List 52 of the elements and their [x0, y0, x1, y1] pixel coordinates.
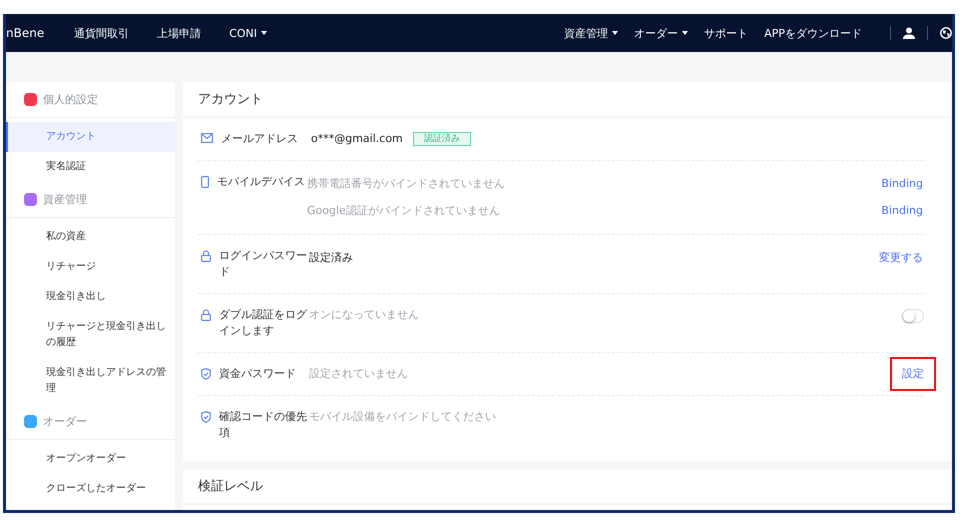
action-link[interactable]: 変更する: [878, 248, 924, 268]
caret-icon[interactable]: [261, 31, 268, 35]
sidebar-item[interactable]: リチャージ: [6, 252, 175, 282]
sidebar-item[interactable]: 私の資産: [6, 222, 175, 252]
user-icon[interactable]: [903, 27, 915, 39]
action-link[interactable]: 設定: [892, 359, 934, 389]
setting-label: 資金パスワード: [219, 366, 297, 382]
section-title: 検証レベル: [183, 469, 952, 505]
sidebar-item[interactable]: 実名認証: [6, 152, 175, 182]
lock-icon: [201, 250, 211, 262]
setting-value: 携帯電話番号がバインドされていません: [307, 176, 505, 192]
toggle-switch[interactable]: [902, 309, 924, 323]
setting-label: メールアドレス: [221, 131, 299, 147]
action-link[interactable]: Binding: [880, 201, 924, 221]
setting-label: 確認コードの優先項: [219, 409, 308, 441]
nav-link[interactable]: サポート: [704, 26, 748, 40]
shield-icon: [201, 368, 211, 380]
globe-icon[interactable]: [940, 27, 952, 39]
sidebar-item[interactable]: リチャージと現金引き出しの履歴: [6, 312, 175, 358]
caret-icon[interactable]: [612, 31, 618, 35]
setting-value: 設定されていません: [309, 366, 408, 382]
sidebar-item[interactable]: アカウント: [6, 122, 175, 152]
sidebar-group-title: 資産管理: [43, 192, 87, 207]
nav-link[interactable]: 通貨間取引: [74, 26, 130, 40]
sidebar-group-title: 個人的設定: [43, 92, 98, 107]
nav-link[interactable]: APPをダウンロード: [764, 26, 862, 40]
action-link[interactable]: Binding: [880, 174, 924, 194]
sidebar-item[interactable]: 現金引き出し: [6, 282, 175, 312]
sidebar-item[interactable]: クローズしたオーダー: [6, 474, 175, 504]
nav-link[interactable]: オーダー: [634, 26, 678, 40]
phone-icon: [201, 176, 209, 188]
verified-badge: 認証済み: [412, 132, 471, 146]
sidebar-item[interactable]: オープンオーダー: [6, 444, 175, 474]
sidebar-group-title: オーダー: [43, 414, 87, 429]
nav-link[interactable]: 上場申請: [157, 26, 202, 40]
nav-link[interactable]: CONI: [229, 26, 258, 40]
setting-label: モバイルデバイス: [217, 174, 306, 190]
section-title: アカウント: [183, 82, 952, 118]
setting-label: ダブル認証をログインします: [219, 307, 308, 339]
caret-icon[interactable]: [682, 31, 688, 35]
lock-icon: [201, 309, 211, 321]
nav-link[interactable]: 資産管理: [564, 26, 608, 40]
sidebar-item[interactable]: 現金引き出しアドレスの管理: [6, 358, 175, 404]
envelope-icon: [201, 133, 213, 143]
setting-value: Google認証がバインドされていません: [307, 203, 500, 219]
setting-label: ログインパスワード: [219, 248, 308, 280]
setting-value: オンになっていません: [309, 307, 419, 323]
setting-value: 設定済み: [309, 250, 353, 266]
setting-value: o***@gmail.com: [311, 131, 403, 147]
setting-value: モバイル設備をバインドしてください: [309, 409, 496, 425]
logo-text: nBene: [6, 26, 44, 40]
shield-icon: [201, 411, 211, 423]
